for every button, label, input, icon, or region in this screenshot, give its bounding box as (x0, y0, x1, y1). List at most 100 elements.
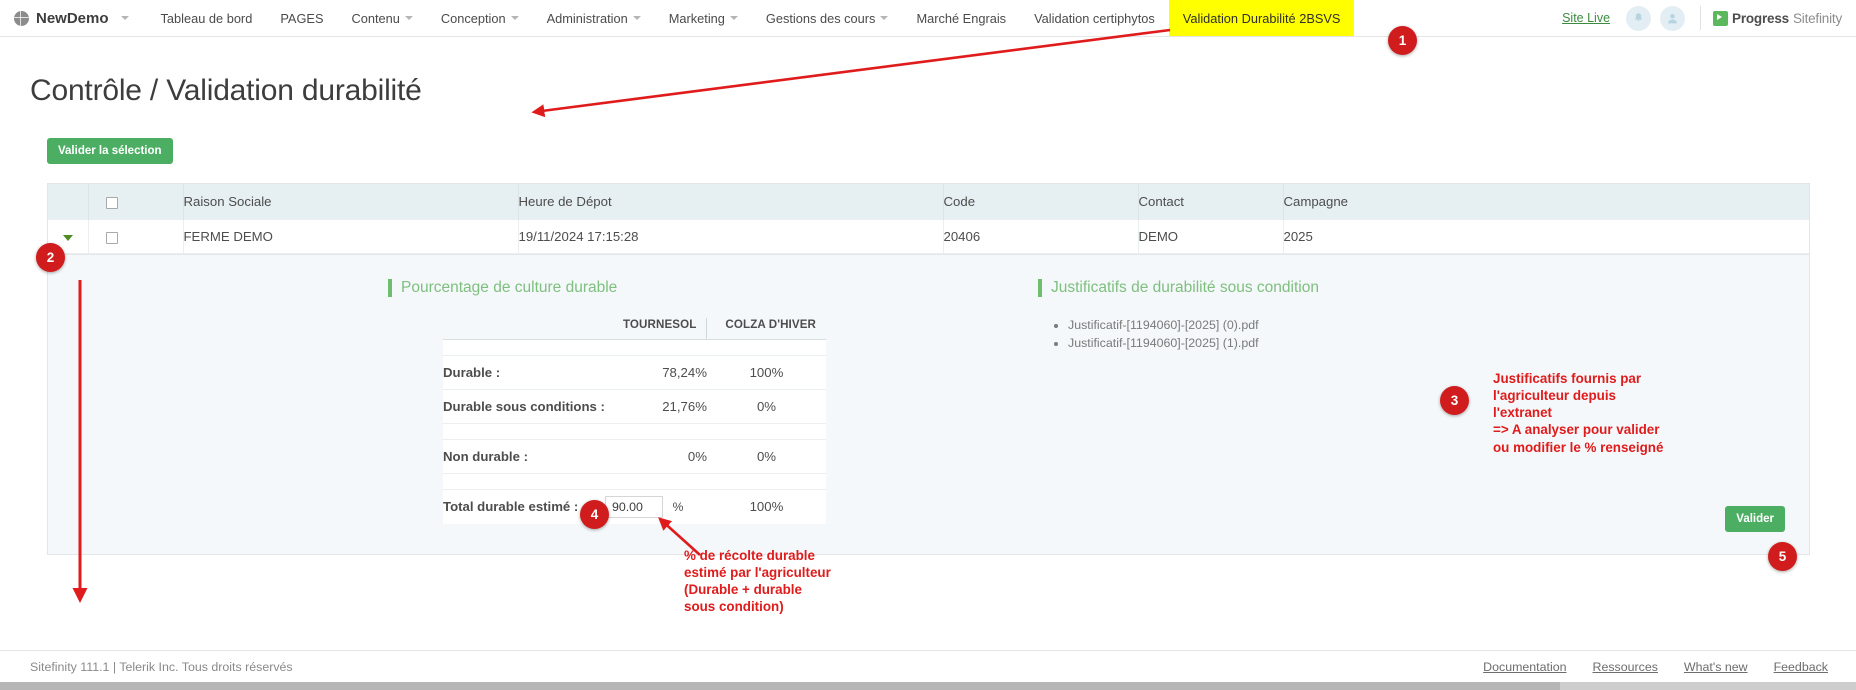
scrollbar-thumb[interactable] (0, 682, 1560, 690)
header-select-all (88, 184, 183, 220)
footer-link-feedback[interactable]: Feedback (1774, 660, 1828, 674)
percentage-row-total: Total durable estimé : % 100% (443, 490, 826, 524)
nav-item-marketing[interactable]: Marketing (655, 0, 752, 36)
nav-item-label: Contenu (351, 11, 399, 26)
header-campagne[interactable]: Campagne (1283, 184, 1809, 220)
label-durable: Durable : (443, 356, 605, 390)
annotation-note-pourcentage: % de récolte durable estimé par l'agricu… (684, 547, 831, 616)
total-durable-estime-input[interactable] (605, 496, 663, 518)
value-durable-tournesol: 78,24% (605, 356, 707, 390)
justificatifs-section: Justificatifs de durabilité sous conditi… (1028, 279, 1809, 524)
page-title: Contrôle / Validation durabilité (30, 74, 1856, 108)
header-contact[interactable]: Contact (1138, 184, 1283, 220)
nav-divider (1700, 6, 1701, 30)
nav-item-label: Marketing (669, 11, 725, 26)
row-select-cell (88, 220, 183, 254)
nav-item-label: PAGES (280, 11, 323, 26)
cell-heure-de-depot: 19/11/2024 17:15:28 (518, 220, 943, 254)
justificatifs-section-header: Justificatifs de durabilité sous conditi… (1038, 279, 1809, 297)
nav-item-validation-certiphytos[interactable]: Validation certiphytos (1020, 0, 1169, 36)
percentage-table: TOURNESOL COLZA D'HIVER Durable : 78,24%… (443, 318, 826, 524)
nav-item-validation-durabilite-2bsvs[interactable]: Validation Durabilité 2BSVS (1169, 0, 1355, 36)
value-non-durable-colza: 0% (707, 440, 826, 474)
header-raison-sociale[interactable]: Raison Sociale (183, 184, 518, 220)
justificatifs-section-title: Justificatifs de durabilité sous conditi… (1051, 279, 1319, 297)
percentage-table-header: TOURNESOL COLZA D'HIVER (443, 318, 826, 340)
table-row: FERME DEMO 19/11/2024 17:15:28 20406 DEM… (48, 220, 1809, 254)
nav-right-group: Site Live Progress Sitefinity (1562, 0, 1856, 36)
site-live-link[interactable]: Site Live (1562, 11, 1610, 25)
nav-item-label: Tableau de bord (161, 11, 253, 26)
value-total-colza: 100% (707, 490, 826, 524)
value-dsc-colza: 0% (707, 390, 826, 424)
percentage-header-blank (443, 318, 605, 340)
nav-item-conception[interactable]: Conception (427, 0, 533, 36)
total-input-cell: % (605, 490, 707, 524)
top-navigation-bar: NewDemo Tableau de bord PAGES Contenu Co… (0, 0, 1856, 37)
valider-la-selection-button[interactable]: Valider la sélection (47, 138, 173, 164)
list-item[interactable]: Justificatif-[1194060]-[2025] (0).pdf (1068, 318, 1809, 332)
toolbar: Valider la sélection (47, 138, 1856, 164)
footer-links: Documentation Ressources What's new Feed… (1483, 660, 1828, 674)
horizontal-scrollbar[interactable] (0, 682, 1856, 690)
nav-item-tableau-de-bord[interactable]: Tableau de bord (147, 0, 267, 36)
nav-items: Tableau de bord PAGES Contenu Conception… (147, 0, 1355, 36)
section-accent-bar (388, 279, 392, 297)
chevron-down-icon (730, 16, 738, 20)
bell-icon[interactable] (1626, 6, 1651, 31)
annotation-badge-3: 3 (1440, 386, 1469, 415)
header-expand (48, 184, 88, 220)
nav-item-label: Validation Durabilité 2BSVS (1183, 11, 1341, 26)
nav-item-administration[interactable]: Administration (533, 0, 655, 36)
chevron-down-icon (511, 16, 519, 20)
annotation-badge-4: 4 (580, 500, 609, 529)
nav-item-label: Conception (441, 11, 506, 26)
row-checkbox[interactable] (106, 232, 118, 244)
nav-item-contenu[interactable]: Contenu (337, 0, 426, 36)
header-heure-de-depot[interactable]: Heure de Dépot (518, 184, 943, 220)
percentage-section-title: Pourcentage de culture durable (401, 279, 617, 297)
footer-link-whats-new[interactable]: What's new (1684, 660, 1748, 674)
annotation-badge-5: 5 (1768, 542, 1797, 571)
footer-link-documentation[interactable]: Documentation (1483, 660, 1566, 674)
header-code[interactable]: Code (943, 184, 1138, 220)
cell-code: 20406 (943, 220, 1138, 254)
percentage-section-header: Pourcentage de culture durable (388, 279, 1028, 297)
footer-link-ressources[interactable]: Ressources (1593, 660, 1658, 674)
cell-campagne: 2025 (1283, 220, 1809, 254)
nav-item-gestions-des-cours[interactable]: Gestions des cours (752, 0, 903, 36)
percentage-section: Pourcentage de culture durable TOURNESOL… (48, 279, 1028, 524)
sitefinity-mark-icon (1713, 11, 1728, 26)
nav-item-marche-engrais[interactable]: Marché Engrais (902, 0, 1020, 36)
chevron-down-icon (633, 16, 641, 20)
percentage-row-non-durable: Non durable : 0% 0% (443, 440, 826, 474)
nav-item-label: Validation certiphytos (1034, 11, 1155, 26)
logo-sitefinity-text: Sitefinity (1793, 11, 1842, 26)
list-item[interactable]: Justificatif-[1194060]-[2025] (1).pdf (1068, 336, 1809, 350)
user-avatar-icon[interactable] (1660, 6, 1685, 31)
progress-sitefinity-logo: Progress Sitefinity (1713, 11, 1848, 26)
value-dsc-tournesol: 21,76% (605, 390, 707, 424)
footer: Sitefinity 111.1 | Telerik Inc. Tous dro… (0, 650, 1856, 682)
section-accent-bar (1038, 279, 1042, 297)
valider-button[interactable]: Valider (1725, 506, 1785, 532)
chevron-down-icon (880, 16, 888, 20)
nav-item-pages[interactable]: PAGES (266, 0, 337, 36)
nav-item-label: Marché Engrais (916, 11, 1006, 26)
select-all-checkbox[interactable] (106, 197, 118, 209)
nav-item-label: Administration (547, 11, 628, 26)
value-non-durable-tournesol: 0% (605, 440, 707, 474)
validation-grid: Raison Sociale Heure de Dépot Code Conta… (47, 183, 1810, 555)
footer-copyright: Sitefinity 111.1 | Telerik Inc. Tous dro… (30, 660, 293, 674)
label-durable-sous-conditions: Durable sous conditions : (443, 390, 605, 424)
logo-progress-text: Progress (1732, 11, 1789, 26)
value-durable-colza: 100% (707, 356, 826, 390)
justificatifs-file-list: Justificatif-[1194060]-[2025] (0).pdf Ju… (1038, 318, 1809, 350)
cell-raison-sociale: FERME DEMO (183, 220, 518, 254)
percentage-header-tournesol: TOURNESOL (605, 318, 707, 340)
brand-menu[interactable]: NewDemo (0, 0, 147, 36)
annotation-badge-2: 2 (36, 243, 65, 272)
chevron-down-icon (121, 16, 129, 20)
percentage-header-colza: COLZA D'HIVER (707, 318, 826, 340)
percentage-row-durable: Durable : 78,24% 100% (443, 356, 826, 390)
